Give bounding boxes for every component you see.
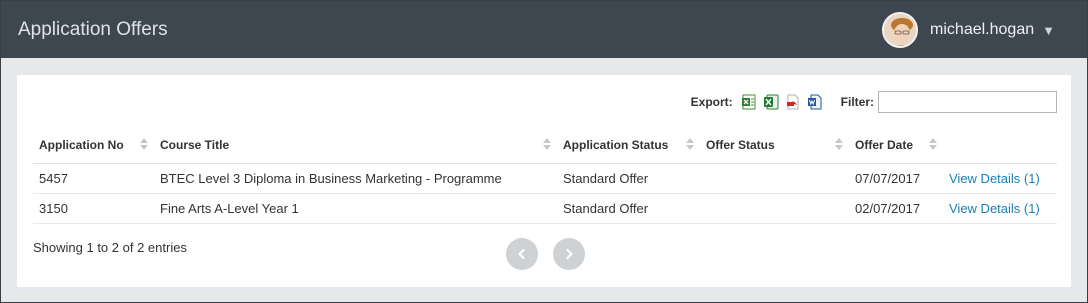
sort-icon[interactable] <box>543 138 551 150</box>
chevron-right-icon <box>566 248 573 260</box>
cell-offer-date: 02/07/2017 <box>849 193 943 224</box>
pagination <box>506 238 585 270</box>
filter-label: Filter: <box>840 95 874 109</box>
excel-csv-icon[interactable] <box>741 94 757 110</box>
chevron-left-icon <box>518 248 525 260</box>
filter-input[interactable] <box>878 91 1057 113</box>
column-header-offer-status[interactable]: Offer Status <box>700 127 849 164</box>
view-details-link[interactable]: View Details (1) <box>949 171 1040 186</box>
table-row: 3150 Fine Arts A-Level Year 1 Standard O… <box>33 193 1057 224</box>
column-header-application-status[interactable]: Application Status <box>557 127 700 164</box>
column-header-label: Offer Date <box>855 137 914 152</box>
top-header: Application Offers michael.hogan ▼ <box>1 1 1087 58</box>
sort-icon[interactable] <box>835 138 843 150</box>
entries-info: Showing 1 to 2 of 2 entries <box>33 240 187 255</box>
cell-application-no: 3150 <box>33 193 154 224</box>
column-header-label: Course Title <box>160 137 230 152</box>
cell-offer-status <box>700 193 849 224</box>
cell-application-status: Standard Offer <box>557 163 700 194</box>
sort-icon[interactable] <box>140 138 148 150</box>
avatar[interactable] <box>882 12 919 48</box>
offers-panel: Export: Filter: Application No Course Ti… <box>17 75 1071 287</box>
word-icon[interactable] <box>807 94 823 110</box>
view-details-link[interactable]: View Details (1) <box>949 201 1040 216</box>
cell-course-title: Fine Arts A-Level Year 1 <box>154 193 557 224</box>
previous-page-button[interactable] <box>506 238 538 270</box>
column-header-label: Application Status <box>563 137 669 152</box>
offers-table: Application No Course Title Application … <box>33 127 1057 224</box>
column-header-course-title[interactable]: Course Title <box>154 127 557 164</box>
cell-application-no: 5457 <box>33 163 154 194</box>
next-page-button[interactable] <box>553 238 585 270</box>
pdf-icon[interactable] <box>785 94 801 110</box>
page-title: Application Offers <box>18 19 168 40</box>
column-header-application-no[interactable]: Application No <box>33 127 154 164</box>
table-header-row: Application No Course Title Application … <box>33 127 1057 164</box>
cell-offer-date: 07/07/2017 <box>849 163 943 194</box>
cell-application-status: Standard Offer <box>557 193 700 224</box>
table-row: 5457 BTEC Level 3 Diploma in Business Ma… <box>33 163 1057 194</box>
table-toolbar: Export: Filter: <box>691 91 1057 113</box>
cell-offer-status <box>700 163 849 194</box>
user-menu[interactable]: michael.hogan ▼ <box>882 12 1055 48</box>
export-label: Export: <box>690 95 733 109</box>
username[interactable]: michael.hogan <box>930 21 1034 39</box>
excel-icon[interactable] <box>763 94 779 110</box>
chevron-down-icon[interactable]: ▼ <box>1042 23 1055 38</box>
column-header-label: Offer Status <box>706 137 775 152</box>
column-header-label: Application No <box>39 137 124 152</box>
sort-icon[interactable] <box>686 138 694 150</box>
column-header-offer-date[interactable]: Offer Date <box>849 127 943 164</box>
avatar-image <box>884 14 917 46</box>
sort-icon[interactable] <box>929 138 937 150</box>
column-header-actions <box>943 127 1057 164</box>
cell-course-title: BTEC Level 3 Diploma in Business Marketi… <box>154 163 557 194</box>
